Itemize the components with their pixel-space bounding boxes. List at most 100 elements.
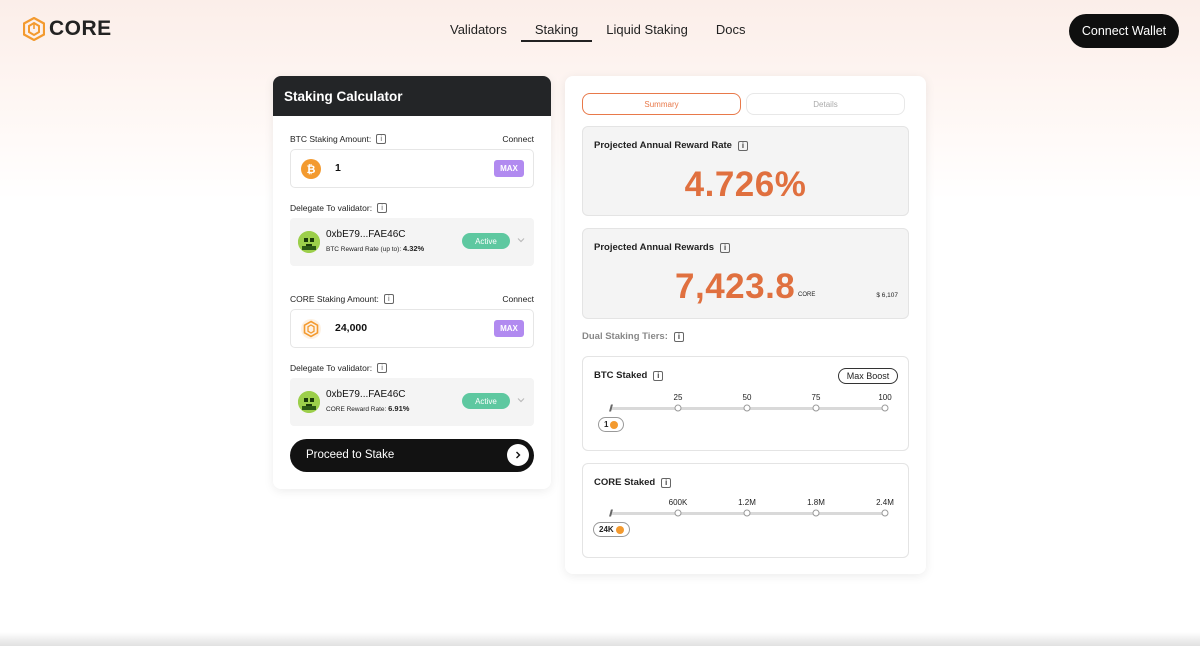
chevron-right-icon xyxy=(507,444,529,466)
validator-pixel-icon xyxy=(298,391,320,413)
btc-connect-link[interactable]: Connect xyxy=(502,134,534,144)
core-coin-icon xyxy=(615,525,624,534)
connect-wallet-button[interactable]: Connect Wallet xyxy=(1069,14,1179,48)
btc-amount-label: BTC Staking Amount: xyxy=(290,134,372,144)
calculator-title: Staking Calculator xyxy=(273,76,551,116)
info-icon[interactable]: i xyxy=(737,140,748,151)
btc-tier-dot[interactable] xyxy=(812,404,820,412)
btc-tier-dot[interactable] xyxy=(743,404,751,412)
btc-validator-address: 0xbE79...FAE46C xyxy=(326,229,406,240)
core-staked-tier: CORE Staked i 600K 1.2M 1.8M 2.4M 24K xyxy=(582,463,909,558)
nav-liquid-staking[interactable]: Liquid Staking xyxy=(592,22,702,40)
core-delegate-label-row: Delegate To validator: i xyxy=(290,363,388,373)
main-nav: Validators Staking Liquid Staking Docs xyxy=(436,22,760,42)
btc-reward-rate-value: 4.32% xyxy=(402,244,425,253)
btc-validator-select[interactable]: 0xbE79...FAE46C BTC Reward Rate (up to):… xyxy=(290,218,534,266)
bottom-shadow xyxy=(0,632,1200,646)
info-icon[interactable]: i xyxy=(383,294,394,304)
top-header: CORE Validators Staking Liquid Staking D… xyxy=(0,0,1200,62)
annual-rewards-panel: Projected Annual Rewards i 7,423.8 CORE … xyxy=(582,228,909,319)
core-staked-title-row: CORE Staked i xyxy=(594,477,672,488)
info-icon[interactable]: i xyxy=(673,331,684,342)
core-validator-address: 0xbE79...FAE46C xyxy=(326,389,406,400)
btc-current-value: 1 xyxy=(604,420,609,429)
validator-avatar xyxy=(298,391,320,413)
btc-tick-label: 25 xyxy=(673,393,683,402)
btc-tier-dot[interactable] xyxy=(881,404,889,412)
max-boost-badge: Max Boost xyxy=(838,368,898,384)
reward-rate-value: 4.726% xyxy=(684,165,807,204)
dual-staking-tiers-label: Dual Staking Tiers: i xyxy=(582,331,684,342)
btc-tick-label: 100 xyxy=(878,393,892,402)
core-tier-dot[interactable] xyxy=(674,509,682,517)
btc-amount-label-row: BTC Staking Amount: i xyxy=(290,134,387,144)
annual-rewards-title: Projected Annual Rewards xyxy=(594,242,715,253)
core-tick-label: 1.2M xyxy=(738,498,756,507)
core-validator-rate: CORE Reward Rate: 6.91% xyxy=(326,404,409,413)
logo-text: CORE xyxy=(49,17,112,40)
nav-validators[interactable]: Validators xyxy=(436,22,521,40)
reward-rate-panel: Projected Annual Reward Rate i 4.726% xyxy=(582,126,909,216)
core-amount-label: CORE Staking Amount: xyxy=(290,294,379,304)
svg-text:₿: ₿ xyxy=(307,163,316,176)
info-icon[interactable]: i xyxy=(720,242,731,253)
bitcoin-icon: ₿ xyxy=(301,159,321,179)
core-amount-label-row: CORE Staking Amount: i xyxy=(290,294,394,304)
info-icon[interactable]: i xyxy=(377,363,388,373)
core-coin-icon xyxy=(301,319,321,339)
btc-validator-rate: BTC Reward Rate (up to): 4.32% xyxy=(326,244,424,253)
core-hexagon-icon xyxy=(23,17,45,41)
btc-tick-label: 75 xyxy=(811,393,821,402)
btc-tick-label: 50 xyxy=(742,393,752,402)
btc-staked-tier: BTC Staked i Max Boost 25 50 75 100 1 xyxy=(582,356,909,451)
btc-staked-title-row: BTC Staked i xyxy=(594,370,664,381)
core-validator-select[interactable]: 0xbE79...FAE46C CORE Reward Rate: 6.91% … xyxy=(290,378,534,426)
core-amount-field[interactable]: 24,000 MAX xyxy=(290,309,534,348)
info-icon[interactable]: i xyxy=(377,203,388,213)
core-staked-title: CORE Staked xyxy=(594,477,656,488)
proceed-to-stake-label: Proceed to Stake xyxy=(306,449,395,461)
info-icon[interactable]: i xyxy=(376,134,387,144)
core-max-button[interactable]: MAX xyxy=(494,320,524,337)
validator-avatar xyxy=(298,231,320,253)
info-icon[interactable]: i xyxy=(653,370,664,381)
status-badge: Active xyxy=(462,393,510,409)
annual-rewards-title-row: Projected Annual Rewards i xyxy=(594,242,731,253)
reward-rate-title-row: Projected Annual Reward Rate i xyxy=(594,140,748,151)
btc-reward-rate-label: BTC Reward Rate (up to): xyxy=(326,246,402,253)
chevron-down-icon[interactable] xyxy=(516,235,526,245)
annual-rewards-usd: $ 6,107 xyxy=(876,292,898,299)
core-connect-link[interactable]: Connect xyxy=(502,294,534,304)
btc-amount-value[interactable]: 1 xyxy=(335,162,341,174)
annual-rewards-value: 7,423.8 xyxy=(675,267,796,306)
tiers-label-text: Dual Staking Tiers: xyxy=(582,331,668,342)
core-current-badge: 24K xyxy=(593,522,630,537)
btc-delegate-label: Delegate To validator: xyxy=(290,203,373,213)
tab-details[interactable]: Details xyxy=(746,93,905,115)
core-tier-dot[interactable] xyxy=(881,509,889,517)
nav-docs[interactable]: Docs xyxy=(702,22,760,40)
chevron-down-icon[interactable] xyxy=(516,395,526,405)
annual-rewards-unit: CORE xyxy=(798,292,816,298)
nav-staking[interactable]: Staking xyxy=(520,22,593,42)
status-badge: Active xyxy=(462,233,510,249)
core-tier-dot[interactable] xyxy=(812,509,820,517)
proceed-to-stake-button[interactable]: Proceed to Stake xyxy=(290,439,534,472)
tab-summary[interactable]: Summary xyxy=(582,93,741,115)
core-amount-value[interactable]: 24,000 xyxy=(335,322,367,334)
core-current-value: 24K xyxy=(599,525,614,534)
btc-max-button[interactable]: MAX xyxy=(494,160,524,177)
btc-delegate-label-row: Delegate To validator: i xyxy=(290,203,388,213)
core-reward-rate-label: CORE Reward Rate: xyxy=(326,406,387,413)
core-tier-dot[interactable] xyxy=(743,509,751,517)
logo[interactable]: CORE xyxy=(23,17,112,41)
core-tick-label: 2.4M xyxy=(876,498,894,507)
core-delegate-label: Delegate To validator: xyxy=(290,363,373,373)
btc-current-badge: 1 xyxy=(598,417,625,432)
btc-tier-dot[interactable] xyxy=(674,404,682,412)
validator-pixel-icon xyxy=(298,231,320,253)
btc-amount-field[interactable]: ₿ 1 MAX xyxy=(290,149,534,188)
core-tick-label: 1.8M xyxy=(807,498,825,507)
btc-staked-title: BTC Staked xyxy=(594,370,648,381)
info-icon[interactable]: i xyxy=(661,477,672,488)
